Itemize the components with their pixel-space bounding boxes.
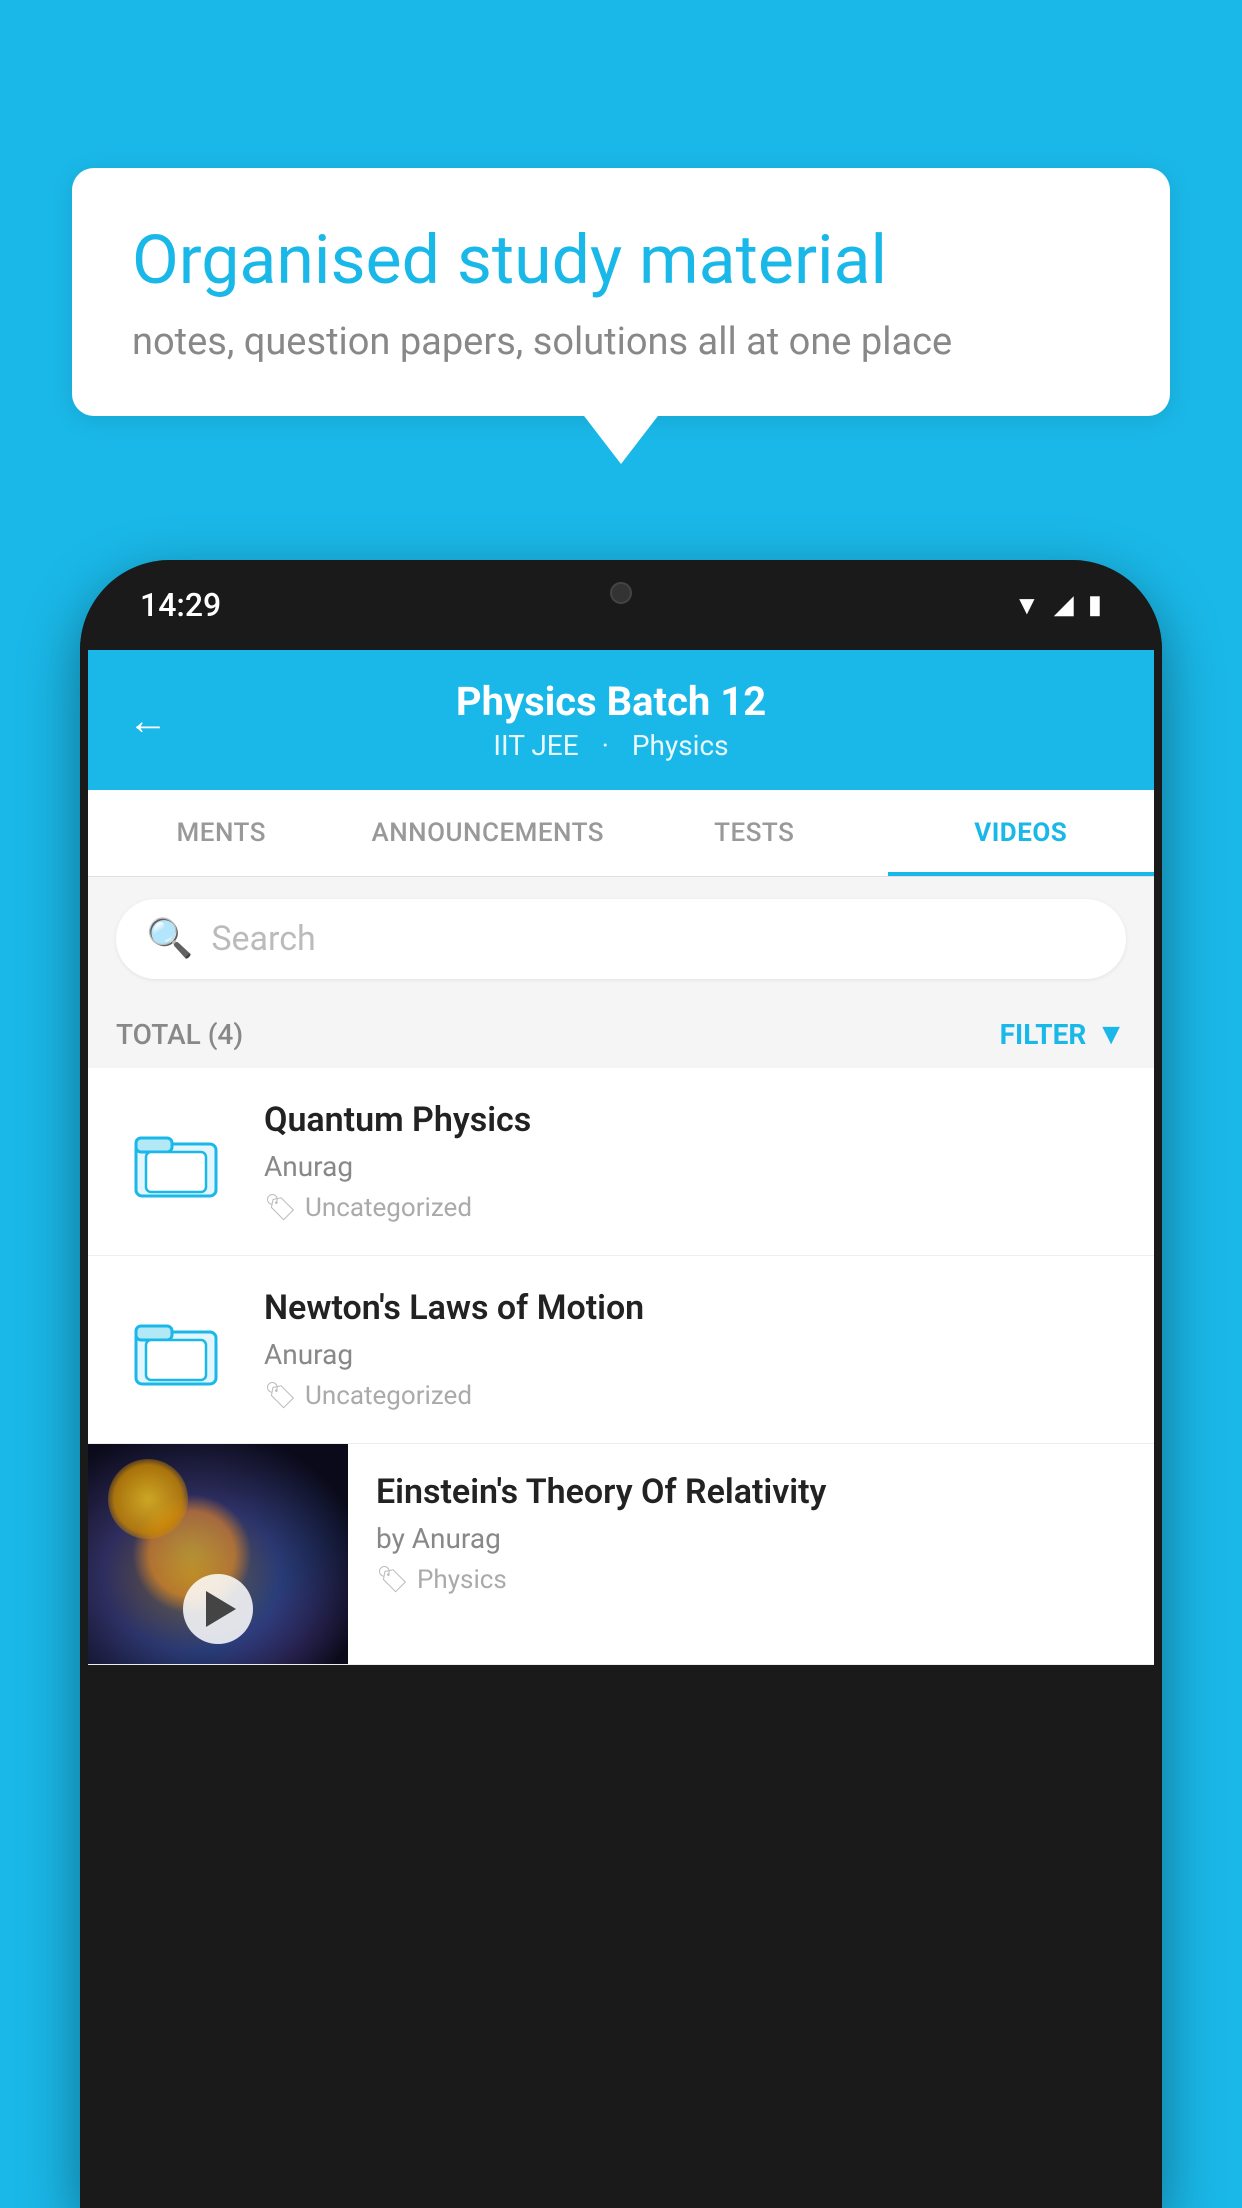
filter-bar: TOTAL (4) FILTER ▼ [88, 1001, 1154, 1068]
video-title-3: Einstein's Theory Of Relativity [376, 1472, 1126, 1512]
header-title: Physics Batch 12 [198, 678, 1024, 725]
video-info-2: Newton's Laws of Motion Anurag 🏷 Uncateg… [264, 1288, 1126, 1411]
folder-icon [131, 1122, 221, 1202]
video-author-2: Anurag [264, 1338, 1126, 1371]
folder-thumb-1 [116, 1112, 236, 1212]
tab-tests[interactable]: TESTS [621, 790, 888, 876]
video-title-1: Quantum Physics [264, 1100, 1126, 1140]
video-thumbnail-3 [88, 1444, 348, 1664]
phone-frame: 14:29 ▼ ◢ ▮ ← Physics Batch 12 IIT JEE ·… [80, 560, 1162, 2208]
video-tag-2: 🏷 Uncategorized [264, 1381, 1126, 1411]
app-screen: ← Physics Batch 12 IIT JEE · Physics MEN… [88, 650, 1154, 1665]
filter-button[interactable]: FILTER ▼ [1000, 1017, 1126, 1052]
search-bar[interactable]: 🔍 Search [116, 899, 1126, 979]
filter-icon: ▼ [1096, 1017, 1126, 1052]
bubble-title: Organised study material [132, 220, 1110, 302]
header-center: Physics Batch 12 IIT JEE · Physics [198, 678, 1024, 762]
tag-icon-2: 🏷 [264, 1381, 297, 1411]
battery-icon: ▮ [1088, 590, 1102, 620]
status-icons: ▼ ◢ ▮ [1014, 590, 1102, 621]
list-item[interactable]: Quantum Physics Anurag 🏷 Uncategorized [88, 1068, 1154, 1256]
tag-icon-1: 🏷 [264, 1193, 297, 1223]
tabs-bar: MENTS ANNOUNCEMENTS TESTS VIDEOS [88, 790, 1154, 877]
header-subtitle: IIT JEE · Physics [198, 729, 1024, 762]
video-tag-3: 🏷 Physics [376, 1565, 1126, 1595]
list-item[interactable]: Newton's Laws of Motion Anurag 🏷 Uncateg… [88, 1256, 1154, 1444]
status-bar: 14:29 ▼ ◢ ▮ [80, 560, 1162, 650]
video-list: Quantum Physics Anurag 🏷 Uncategorized [88, 1068, 1154, 1665]
total-count: TOTAL (4) [116, 1018, 243, 1051]
video-tag-1: 🏷 Uncategorized [264, 1193, 1126, 1223]
video-title-2: Newton's Laws of Motion [264, 1288, 1126, 1328]
filter-label: FILTER [1000, 1018, 1087, 1051]
tab-announcements[interactable]: ANNOUNCEMENTS [355, 790, 622, 876]
search-input[interactable]: Search [211, 919, 315, 959]
app-header: ← Physics Batch 12 IIT JEE · Physics [88, 650, 1154, 790]
play-button[interactable] [183, 1574, 253, 1644]
video-info-1: Quantum Physics Anurag 🏷 Uncategorized [264, 1100, 1126, 1223]
bubble-subtitle: notes, question papers, solutions all at… [132, 320, 1110, 364]
folder-thumb-2 [116, 1300, 236, 1400]
header-iitjee: IIT JEE [493, 729, 578, 762]
status-time: 14:29 [140, 586, 221, 624]
notch [531, 560, 711, 625]
tab-ments[interactable]: MENTS [88, 790, 355, 876]
video-author-1: Anurag [264, 1150, 1126, 1183]
video-author-3: by Anurag [376, 1522, 1126, 1555]
video-info-3: Einstein's Theory Of Relativity by Anura… [348, 1444, 1154, 1623]
header-sep: · [602, 729, 609, 762]
list-item[interactable]: Einstein's Theory Of Relativity by Anura… [88, 1444, 1154, 1665]
back-button[interactable]: ← [128, 697, 168, 744]
play-triangle-icon [206, 1591, 236, 1627]
speech-bubble: Organised study material notes, question… [72, 168, 1170, 416]
header-physics: Physics [632, 729, 729, 762]
tag-icon-3: 🏷 [376, 1565, 409, 1595]
search-icon: 🔍 [146, 917, 193, 961]
signal-icon: ◢ [1054, 590, 1074, 620]
camera-dot [610, 582, 632, 604]
search-container: 🔍 Search [88, 877, 1154, 1001]
tab-videos[interactable]: VIDEOS [888, 790, 1155, 876]
wifi-icon: ▼ [1014, 590, 1040, 621]
folder-icon [131, 1310, 221, 1390]
